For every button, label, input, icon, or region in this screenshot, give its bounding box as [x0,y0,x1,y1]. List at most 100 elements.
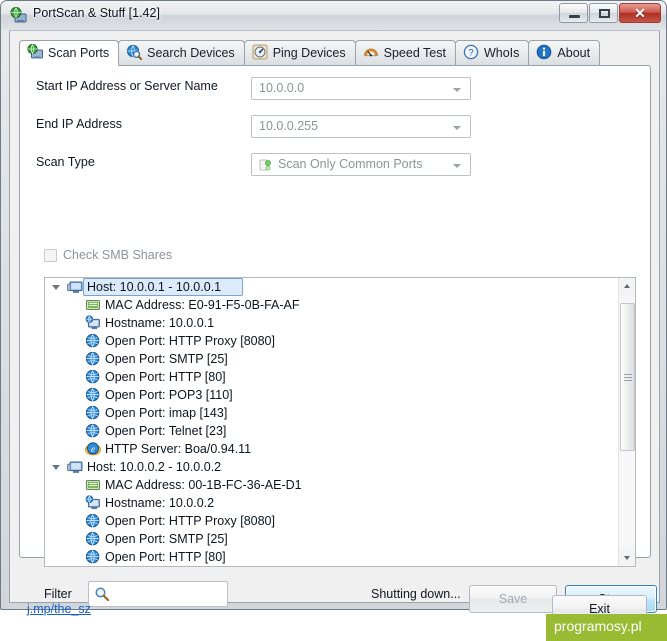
checkbox-box [44,249,57,262]
globe-search-icon [126,44,143,61]
tree-node-label: Open Port: Telnet [23] [105,424,227,438]
close-button[interactable]: ✕ [619,3,661,23]
port-globe-icon [85,333,101,349]
check-smb-shares-label: Check SMB Shares [63,248,173,262]
scroll-down-button[interactable] [619,549,635,566]
save-button-label: Save [498,592,528,606]
grip-line [624,374,632,375]
chevron-down-icon [453,88,461,92]
tree-child-node[interactable]: Open Port: HTTP [80] [45,548,619,566]
tab-label: Scan Ports [48,46,110,60]
tree-node-list: Host: 10.0.0.1 - 10.0.0.1 MAC Address: E0… [45,278,619,566]
hostname-icon [85,495,101,511]
scrollbar-thumb[interactable] [620,303,635,451]
scan-ports-panel: Start IP Address or Server Name 10.0.0.0… [19,65,657,613]
application-window: PortScan & Stuff [1.42] ✕ Scan Ports Sear… [0,0,667,641]
magnifier-icon [94,586,110,602]
tree-child-node[interactable]: MAC Address: E0-91-F5-0B-FA-AF [45,296,619,314]
browser-e-icon: e [85,441,101,457]
tab-scan-ports[interactable]: Scan Ports [19,40,120,66]
chevron-down-icon [453,126,461,130]
chevron-up-icon [624,284,630,288]
tree-node-label: Host: 10.0.0.1 - 10.0.0.1 [87,280,222,294]
client-area: Scan Ports Search Devices Ping Devices Spee… [9,30,667,641]
filter-input[interactable] [88,581,228,607]
tab-about[interactable]: About [528,40,601,65]
svg-text:?: ? [468,48,473,59]
mac-card-icon [85,477,101,493]
tab-ping-devices[interactable]: Ping Devices [243,40,356,65]
question-circle-icon: ? [463,44,479,60]
gauge-icon [252,44,268,60]
tree-node-label: Open Port: HTTP Proxy [8080] [105,514,275,528]
tab-whois[interactable]: ? WhoIs [454,40,530,65]
grip-line [624,377,632,378]
svg-text:e: e [91,444,95,454]
save-button[interactable]: Save [469,585,557,613]
tree-node-label: Host: 10.0.0.2 - 10.0.0.2 [87,460,222,474]
filter-label: Filter [44,587,72,601]
scan-type-label: Scan Type [36,155,95,169]
tree-node-label: Open Port: POP3 [110] [105,388,233,402]
tree-child-node[interactable]: e HTTP Server: Boa/0.94.11 [45,440,619,458]
computer-icon [67,279,83,295]
info-circle-icon [536,44,552,60]
scan-type-combobox[interactable]: Scan Only Common Ports [251,153,471,176]
title-bar: PortScan & Stuff [1.42] ✕ [1,1,666,30]
window-title: PortScan & Stuff [1.42] [33,6,160,20]
port-globe-icon [85,369,101,385]
expander-triangle-icon[interactable] [52,465,60,470]
end-ip-row: End IP Address 10.0.0.255 [20,115,650,138]
tree-child-node[interactable]: Open Port: Telnet [23] [45,422,619,440]
end-ip-combobox[interactable]: 10.0.0.255 [251,115,471,138]
tree-child-node[interactable]: Hostname: 10.0.0.1 [45,314,619,332]
computer-icon [67,459,83,475]
tree-host-node[interactable]: Host: 10.0.0.1 - 10.0.0.1 [45,278,619,296]
tree-node-label: Open Port: imap [143] [105,406,228,420]
start-ip-value: 10.0.0.0 [259,81,305,95]
chevron-down-icon [453,164,461,168]
tree-child-node[interactable]: Open Port: POP3 [110] [45,386,619,404]
app-globe-monitor-icon [10,7,27,24]
tab-search-devices[interactable]: Search Devices [118,40,245,65]
tree-node-label: MAC Address: 00-1B-FC-36-AE-D1 [105,478,302,492]
tree-child-node[interactable]: Open Port: SMTP [25] [45,350,619,368]
tree-node-label: Open Port: SMTP [25] [105,532,228,546]
tree-vertical-scrollbar[interactable] [618,278,635,566]
tab-speed-test[interactable]: Speed Test [354,40,456,65]
scan-type-row: Scan Type Scan Only Common Ports [20,153,650,176]
tree-host-node[interactable]: Host: 10.0.0.2 - 10.0.0.2 [45,458,619,476]
scroll-up-button[interactable] [619,278,635,295]
start-ip-row: Start IP Address or Server Name 10.0.0.0 [20,77,650,100]
maximize-icon [599,9,610,18]
tree-child-node[interactable]: Hostname: 10.0.0.2 [45,494,619,512]
tree-child-node[interactable]: Open Port: SMTP [25] [45,530,619,548]
tab-label: Search Devices [147,46,235,60]
watermark-text: programosy.pl [554,618,642,634]
expander-triangle-icon[interactable] [52,285,60,290]
tree-node-label: HTTP Server: Boa/0.94.11 [105,442,252,456]
monitor-globe-icon [27,43,43,60]
grip-line [624,380,632,381]
footer-link[interactable]: j.mp/the_sz [27,602,91,616]
port-globe-icon [85,549,101,565]
tree-child-node[interactable]: MAC Address: 00-1B-FC-36-AE-D1 [45,476,619,494]
start-ip-combobox[interactable]: 10.0.0.0 [251,77,471,100]
tree-node-label: Open Port: HTTP [80] [105,550,226,564]
watermark-badge: programosy.pl [546,614,667,641]
port-globe-icon [85,405,101,421]
tab-label: Ping Devices [272,46,346,60]
tree-node-label: Open Port: HTTP Proxy [8080] [105,334,275,348]
tree-child-node[interactable]: Open Port: HTTP [80] [45,368,619,386]
mac-card-icon [85,297,101,313]
tree-node-label: Hostname: 10.0.0.2 [105,496,215,510]
minimize-button[interactable] [559,3,588,23]
scan-results-tree[interactable]: Host: 10.0.0.1 - 10.0.0.1 MAC Address: E0… [44,277,636,567]
tab-label: Speed Test [383,46,446,60]
tree-child-node[interactable]: Open Port: HTTP Proxy [8080] [45,512,619,530]
tree-child-node[interactable]: Open Port: imap [143] [45,404,619,422]
tree-child-node[interactable]: Open Port: HTTP Proxy [8080] [45,332,619,350]
close-icon: ✕ [634,5,646,21]
tree-node-label: Open Port: HTTP [80] [105,370,226,384]
maximize-button[interactable] [589,3,618,23]
